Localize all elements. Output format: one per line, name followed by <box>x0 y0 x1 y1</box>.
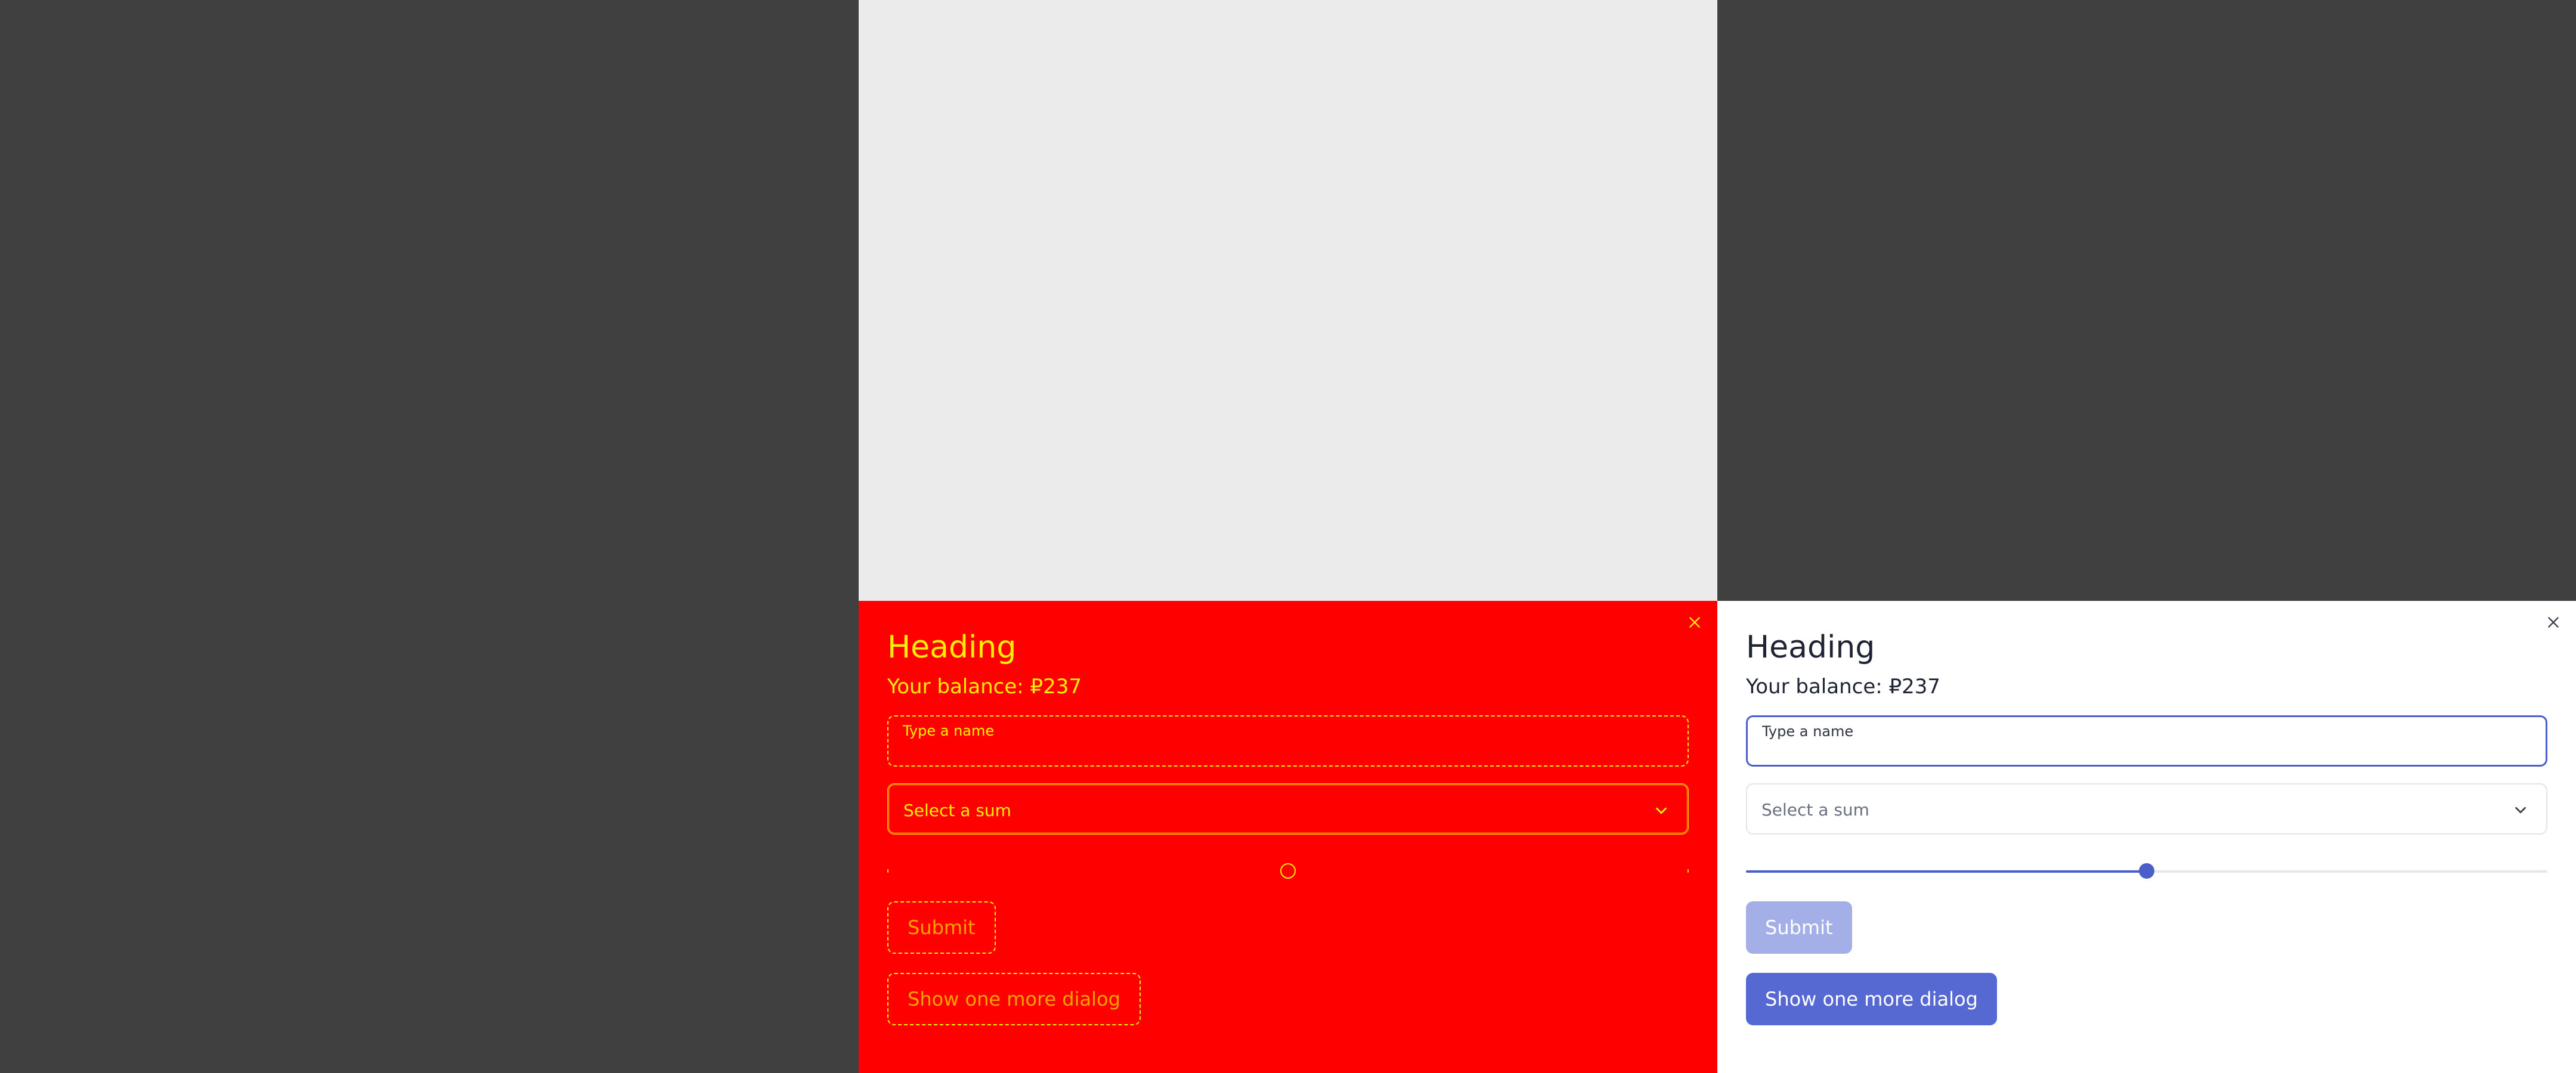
sum-slider[interactable] <box>887 861 1689 882</box>
name-field-label: Type a name <box>903 722 995 739</box>
close-button[interactable] <box>2541 610 2565 634</box>
dialog-heading: Heading <box>1746 629 1875 665</box>
name-field[interactable]: Type a name <box>1746 715 2547 767</box>
submit-button[interactable]: Submit <box>1746 901 1852 954</box>
sum-select-placeholder: Select a sum <box>903 801 1011 820</box>
show-more-dialog-button[interactable]: Show one more dialog <box>887 973 1141 1025</box>
sum-select[interactable]: Select a sum <box>887 783 1689 835</box>
sum-slider[interactable] <box>1746 861 2547 882</box>
close-icon <box>1689 617 1700 628</box>
chevron-down-icon <box>1656 807 1667 814</box>
dialog-debug-view: Heading Your balance: ₽237 Type a name S… <box>859 601 1717 1073</box>
sum-select[interactable]: Select a sum <box>1746 783 2547 835</box>
dialog-heading: Heading <box>887 629 1017 665</box>
balance-text: Your balance: ₽237 <box>887 675 1082 699</box>
close-button[interactable] <box>1683 610 1707 634</box>
balance-text: Your balance: ₽237 <box>1746 675 1941 699</box>
name-input[interactable] <box>1761 737 2532 759</box>
slider-thumb[interactable] <box>1280 863 1296 879</box>
show-more-dialog-button[interactable]: Show one more dialog <box>1746 973 1997 1025</box>
backdrop-panel <box>859 0 1717 601</box>
slider-fill <box>1746 870 2147 873</box>
submit-button[interactable]: Submit <box>887 901 996 954</box>
sum-select-placeholder: Select a sum <box>1761 800 1869 820</box>
chevron-down-icon <box>2515 807 2526 814</box>
name-field[interactable]: Type a name <box>887 715 1689 767</box>
dialog-normal-view: Heading Your balance: ₽237 Type a name S… <box>1717 601 2576 1073</box>
slider-thumb[interactable] <box>2139 863 2154 879</box>
name-input[interactable] <box>902 738 1674 759</box>
close-icon <box>2548 617 2559 628</box>
